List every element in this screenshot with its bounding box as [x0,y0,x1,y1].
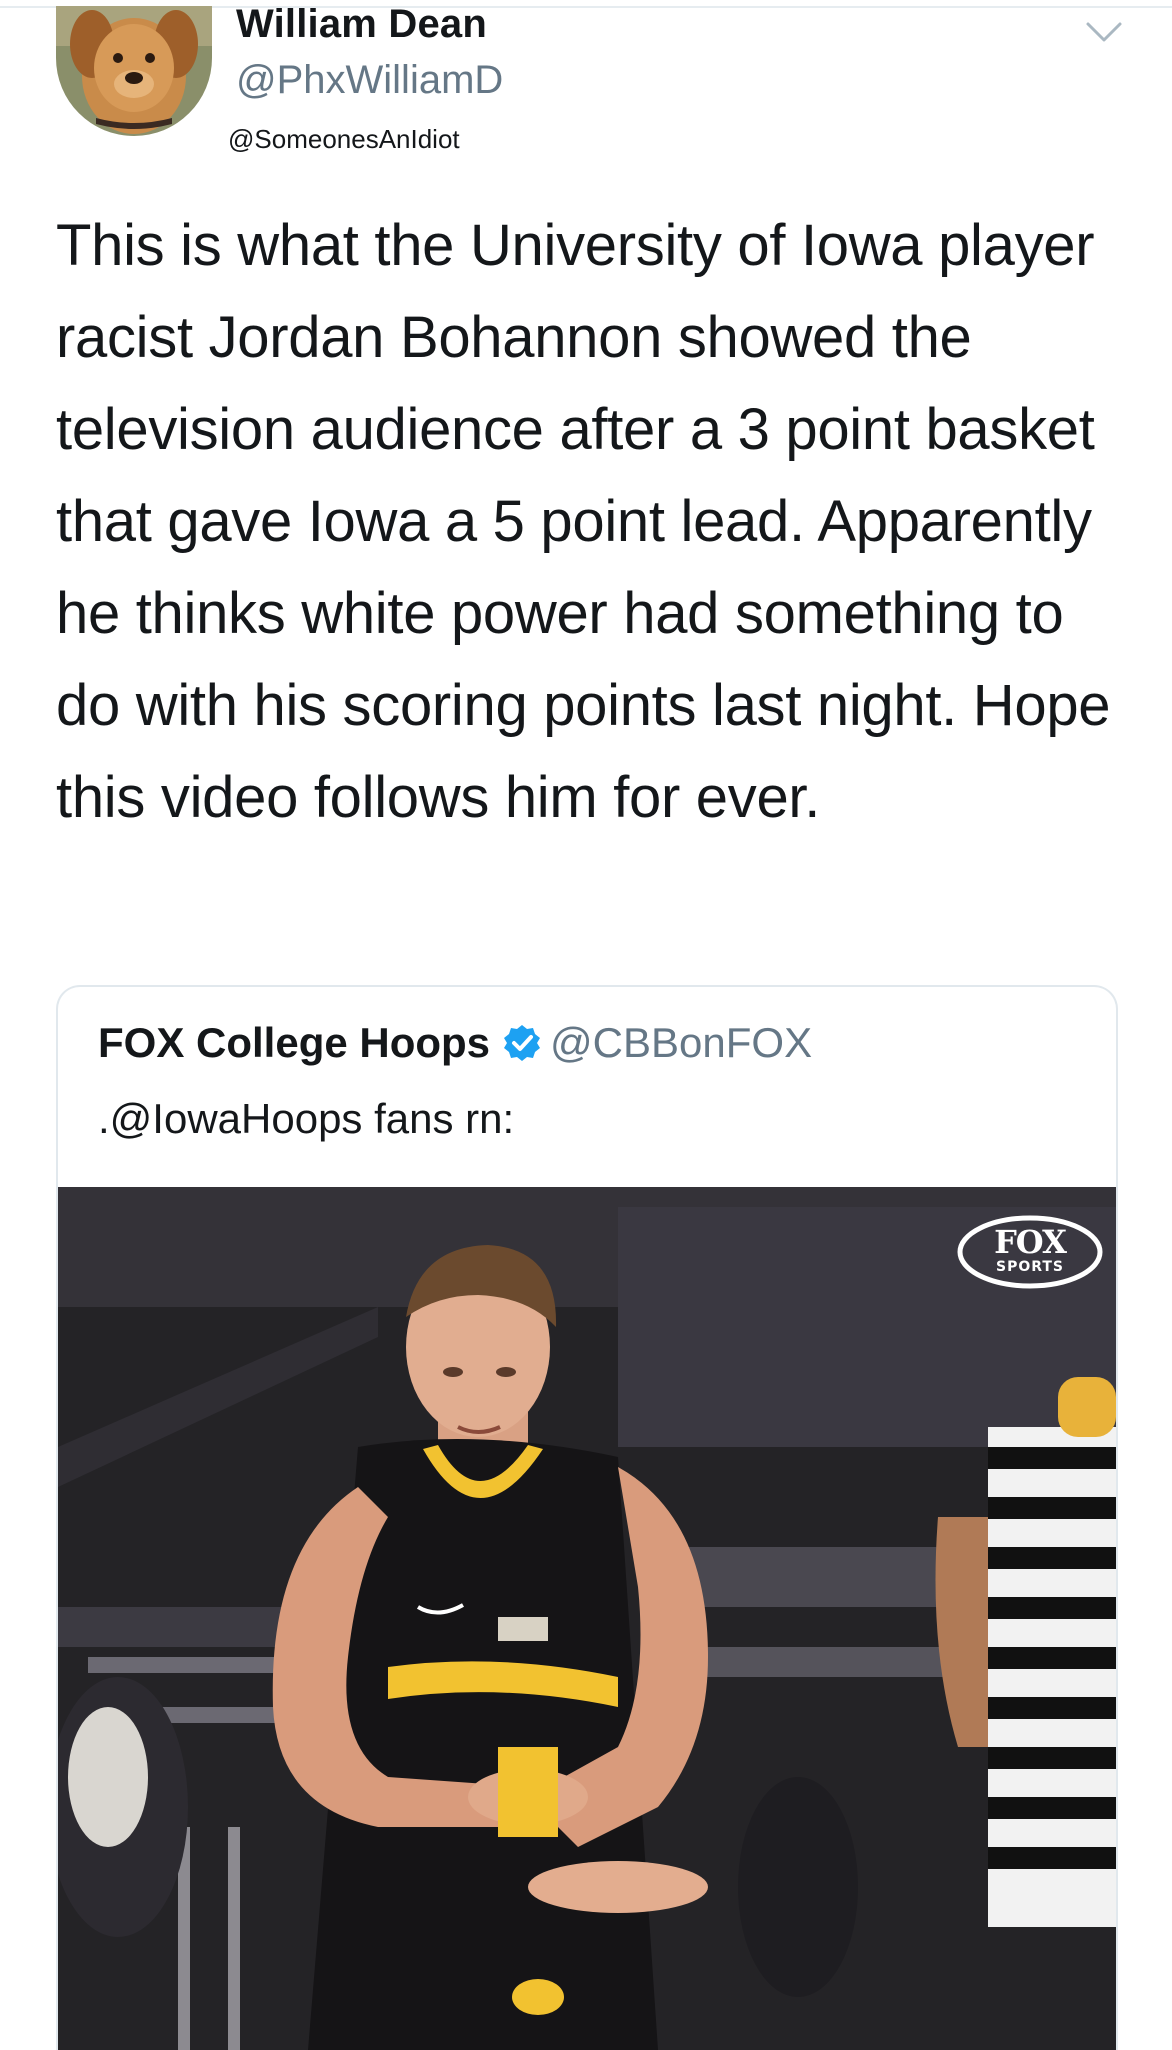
replying-to-handle[interactable]: @SomeonesAnIdiot [228,124,460,155]
verified-badge-icon [504,1025,541,1061]
quoted-author-handle[interactable]: @CBBonFOX [550,1019,812,1066]
avatar[interactable] [56,6,212,136]
quoted-tweet-header: FOX College Hoops @CBBonFOX [98,1019,812,1067]
tweet-text: This is what the University of Iowa play… [56,213,1111,830]
video-play-area[interactable] [58,1187,1116,2050]
chevron-down-icon[interactable] [1084,14,1124,48]
dog-avatar-image [56,6,212,136]
watermark-main-text: FOX [994,1223,1067,1261]
watermark-sub-text: SPORTS [995,1259,1065,1275]
fox-sports-watermark: FOX SPORTS [956,1213,1104,1291]
quoted-tweet-video[interactable]: FOX SPORTS [58,1187,1116,2050]
quoted-tweet-card[interactable]: FOX College Hoops @CBBonFOX .@IowaHoops … [56,985,1118,2050]
quoted-tweet-text: .@IowaHoops fans rn: [98,1095,515,1142]
quoted-author-name[interactable]: FOX College Hoops [98,1019,490,1066]
author-handle[interactable]: @PhxWilliamD [236,58,503,103]
author-name[interactable]: William Dean [236,2,487,47]
